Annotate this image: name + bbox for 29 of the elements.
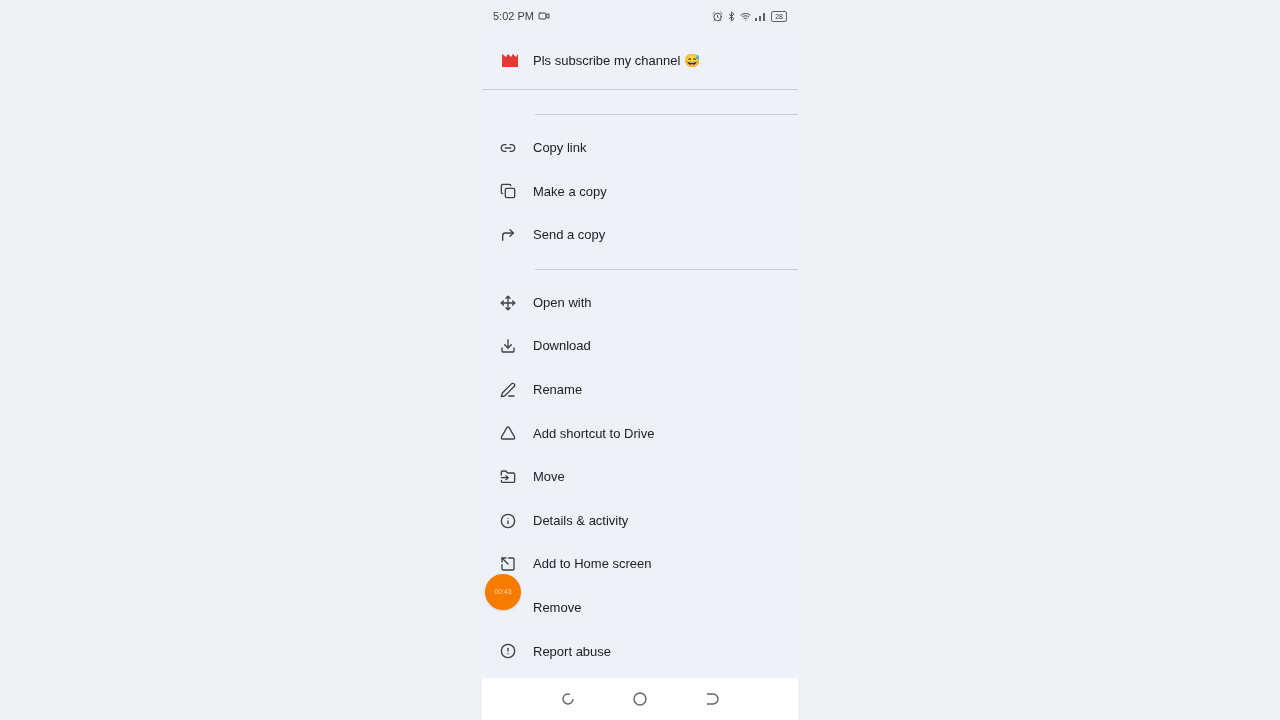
menu-item[interactable]: Make a copy [533,181,607,202]
alert-icon [500,643,516,660]
menu-item[interactable]: Send a copy [533,225,606,245]
menu-item[interactable]: Remove [533,598,582,618]
forward-arrow-icon [500,227,516,243]
copy-icon [500,183,516,200]
info-icon [500,512,516,529]
recents-icon[interactable] [561,692,575,706]
download-icon [500,338,516,355]
menu-item[interactable]: Move [533,467,565,487]
menu-item[interactable]: Add to Home screen [533,554,652,574]
status-time: 5:02 PM [493,8,534,24]
four-arrows-icon [500,294,516,311]
back-icon[interactable] [705,692,719,706]
menu-item[interactable]: Copy link [533,138,587,158]
pencil-icon [500,381,516,398]
clapperboard-icon [502,54,518,67]
camera-icon [537,10,550,22]
wifi-icon [740,10,752,22]
menu-item[interactable]: Details & activity [533,510,629,531]
folder-arrow-icon [500,468,516,485]
alarm-icon [712,10,724,22]
menu-item[interactable]: Rename [533,380,583,400]
menu-item[interactable]: Add shortcut to Drive [533,423,655,444]
home-icon[interactable] [633,692,647,706]
file-title: Pls subscribe my channel 😅 [533,51,700,70]
menu-item[interactable]: Report abuse [533,641,612,662]
menu-item[interactable]: Open with [533,292,592,313]
menu-item[interactable]: Download [533,336,591,356]
